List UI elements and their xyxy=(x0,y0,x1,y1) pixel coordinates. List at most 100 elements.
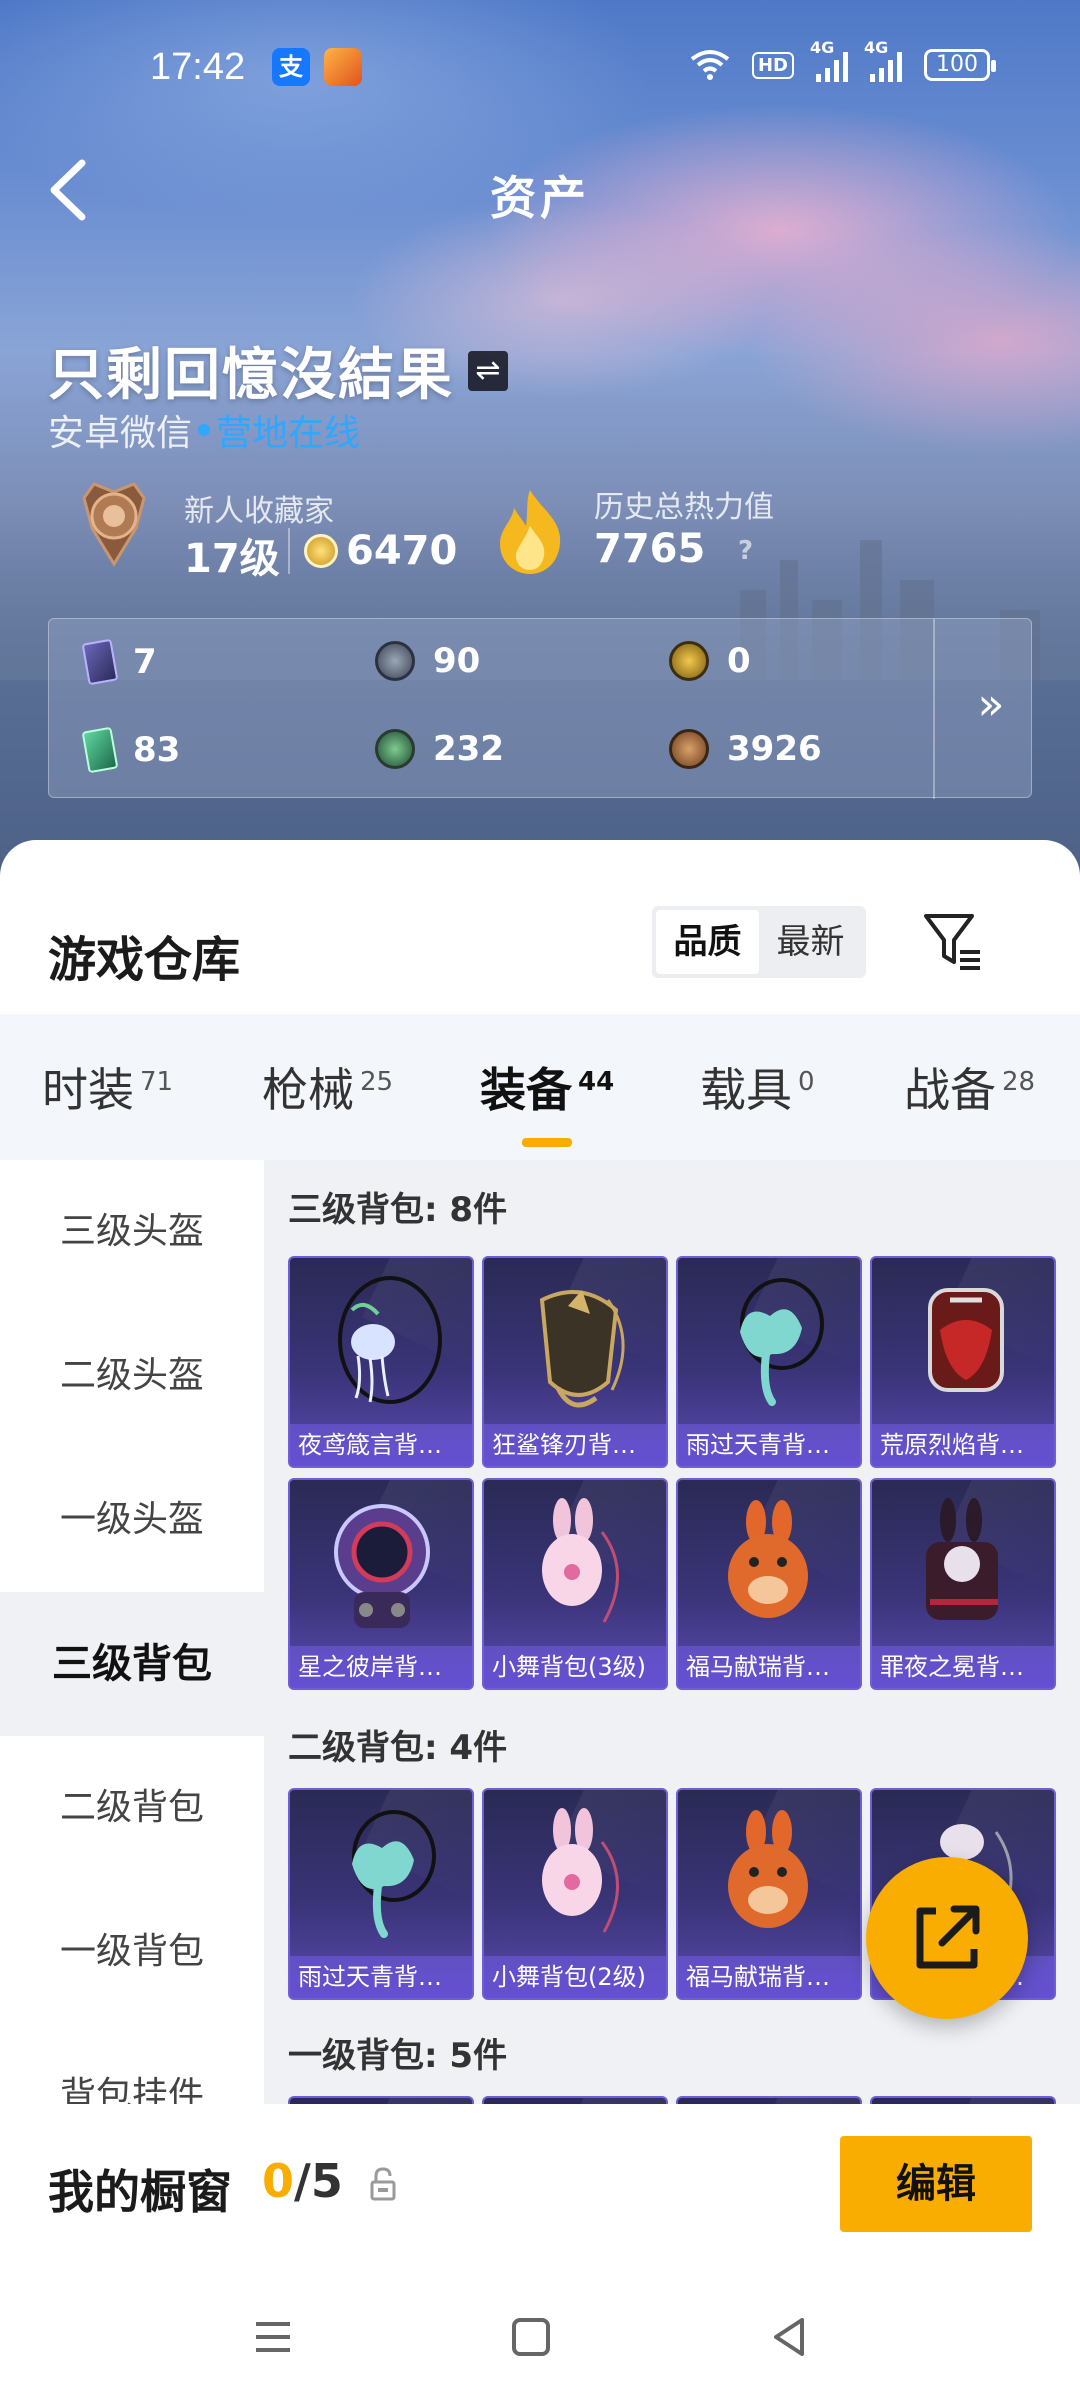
item-name: 雨过天青背包(3级) xyxy=(678,1424,860,1466)
item-name: 小舞背包(2级) xyxy=(484,1956,666,1998)
silver-token-icon xyxy=(375,641,415,681)
coin-count: 6470 xyxy=(346,528,458,574)
tab-label: 战备 xyxy=(904,1063,996,1117)
edit-showcase-button[interactable]: 编辑 xyxy=(840,2136,1032,2232)
item-card[interactable]: 小舞背包(3级) xyxy=(482,1478,668,1690)
sort-by-quality[interactable]: 品质 xyxy=(656,910,759,974)
item-card[interactable]: 福马献瑞背包(2级) xyxy=(676,1788,862,2000)
online-status: 营地在线 xyxy=(216,413,361,454)
tab-supplies[interactable]: 战备 28 xyxy=(904,1054,1035,1120)
more-currencies-icon[interactable]: » xyxy=(961,679,1021,730)
online-dot-icon xyxy=(198,424,211,436)
section-title: 三级背包: 8件 xyxy=(288,1190,508,1230)
currency-value: 0 xyxy=(727,641,751,681)
category-tabs: 时装 71 枪械 25 装备 44 载具 0 战备 28 xyxy=(0,1014,1080,1160)
username: 只剩回憶沒結果 xyxy=(48,343,454,408)
tab-vehicles[interactable]: 载具 0 xyxy=(700,1054,815,1120)
collector-medal-icon xyxy=(82,482,146,567)
side-item-backpack-3[interactable]: 三级背包 xyxy=(0,1592,264,1736)
item-card[interactable]: 小舞背包(2级) xyxy=(482,1788,668,2000)
tab-equipment[interactable]: 装备 44 xyxy=(480,1054,614,1120)
hd-voice-icon: HD xyxy=(751,51,794,79)
showcase-count: 0/5 xyxy=(262,2154,343,2208)
item-name: 雨过天青背包(2级) xyxy=(290,1956,472,1998)
side-item-backpack-1[interactable]: 一级背包 xyxy=(0,1880,264,2024)
gold-token-icon xyxy=(669,641,709,681)
flame-icon xyxy=(500,490,561,574)
status-bar: 17:42 支 HD 4G 4G 100 xyxy=(0,0,1080,130)
green-card-icon xyxy=(81,726,119,774)
shark-backpack-icon xyxy=(539,1290,625,1408)
filter-icon[interactable] xyxy=(922,910,984,972)
night-crown-backpack-icon xyxy=(926,1498,998,1620)
side-item-backpack-2[interactable]: 二级背包 xyxy=(0,1736,264,1880)
tab-count: 44 xyxy=(578,1066,615,1097)
alipay-notification-icon: 支 xyxy=(272,48,310,86)
coin-icon xyxy=(304,534,338,568)
side-item-helmet-3[interactable]: 三级头盔 xyxy=(0,1160,264,1304)
item-card[interactable]: 星之彼岸背包(3级) xyxy=(288,1478,474,1690)
lucky-horse-backpack-icon xyxy=(728,1500,808,1618)
item-name: 福马献瑞背包(2级) xyxy=(678,1956,860,1998)
tab-count: 28 xyxy=(1002,1066,1036,1097)
celadon-backpack-icon xyxy=(740,1278,824,1406)
status-time: 17:42 xyxy=(150,46,246,88)
item-card[interactable]: 雨过天青背包(3级) xyxy=(676,1256,862,1468)
currency-value: 232 xyxy=(433,729,504,769)
lock-icon xyxy=(370,2167,396,2201)
section-title: 二级背包: 4件 xyxy=(288,1728,508,1768)
jellyfish-backpack-icon xyxy=(338,1276,442,1404)
tab-label: 枪械 xyxy=(262,1063,354,1117)
side-item-helmet-1[interactable]: 一级头盔 xyxy=(0,1448,264,1592)
menu-icon[interactable] xyxy=(248,2312,298,2362)
network-type-1: 4G xyxy=(810,38,835,57)
page-title: 资产 xyxy=(490,171,590,225)
sort-toggle: 品质 最新 xyxy=(652,906,866,978)
item-card[interactable]: 福马献瑞背包(3级) xyxy=(676,1478,862,1690)
system-nav-bar xyxy=(0,2274,1080,2400)
game-notification-icon xyxy=(324,48,362,86)
sort-by-newest[interactable]: 最新 xyxy=(759,910,862,974)
collector-title: 新人收藏家 xyxy=(184,494,334,529)
item-name: 荒原烈焰背包(3级) xyxy=(872,1424,1054,1466)
flame-backpack-icon xyxy=(928,1288,1004,1392)
tab-label: 载具 xyxy=(700,1063,792,1117)
item-name: 小舞背包(3级) xyxy=(484,1646,666,1688)
bunny-backpack-icon xyxy=(542,1498,619,1623)
tab-label: 装备 xyxy=(480,1063,572,1117)
tab-guns[interactable]: 枪械 25 xyxy=(262,1054,393,1120)
showcase-current: 0 xyxy=(262,2154,295,2208)
share-icon xyxy=(916,1905,980,1969)
share-button[interactable] xyxy=(866,1857,1028,2019)
item-card[interactable]: 狂鲨锋刃背包(3级) xyxy=(482,1256,668,1468)
item-card[interactable]: 夜鸢箴言背包(3级) xyxy=(288,1256,474,1468)
currency-value: 3926 xyxy=(727,729,822,769)
celadon-backpack-icon xyxy=(352,1810,436,1938)
purple-card-icon xyxy=(81,638,119,686)
collector-level: 17级 xyxy=(184,536,280,582)
battery-icon: 100 xyxy=(924,49,996,81)
tab-fashion[interactable]: 时装 71 xyxy=(42,1054,173,1120)
help-icon[interactable]: ? xyxy=(738,536,753,566)
tab-count: 25 xyxy=(360,1066,394,1097)
section-title: 一级背包: 5件 xyxy=(288,2036,508,2076)
item-card[interactable]: 罪夜之冕背包(3级) xyxy=(870,1478,1056,1690)
item-name: 罪夜之冕背包(3级) xyxy=(872,1646,1054,1688)
back-icon[interactable] xyxy=(764,2312,814,2362)
showcase-label: 我的橱窗 xyxy=(48,2165,232,2219)
item-name: 福马献瑞背包(3级) xyxy=(678,1646,860,1688)
item-card[interactable]: 荒原烈焰背包(3级) xyxy=(870,1256,1056,1468)
item-name: 狂鲨锋刃背包(3级) xyxy=(484,1424,666,1466)
network-type-2: 4G xyxy=(864,38,889,57)
currency-value: 83 xyxy=(133,730,181,770)
heat-title: 历史总热力值 xyxy=(594,490,774,525)
showcase-max: /5 xyxy=(294,2154,343,2208)
bronze-coin-icon xyxy=(669,729,709,769)
warehouse-title: 游戏仓库 xyxy=(48,932,241,988)
switch-account-icon[interactable]: ⇌ xyxy=(468,350,508,391)
wifi-icon xyxy=(690,50,730,80)
panel-divider xyxy=(933,619,935,799)
home-icon[interactable] xyxy=(506,2312,556,2362)
side-item-helmet-2[interactable]: 二级头盔 xyxy=(0,1304,264,1448)
item-card[interactable]: 雨过天青背包(2级) xyxy=(288,1788,474,2000)
